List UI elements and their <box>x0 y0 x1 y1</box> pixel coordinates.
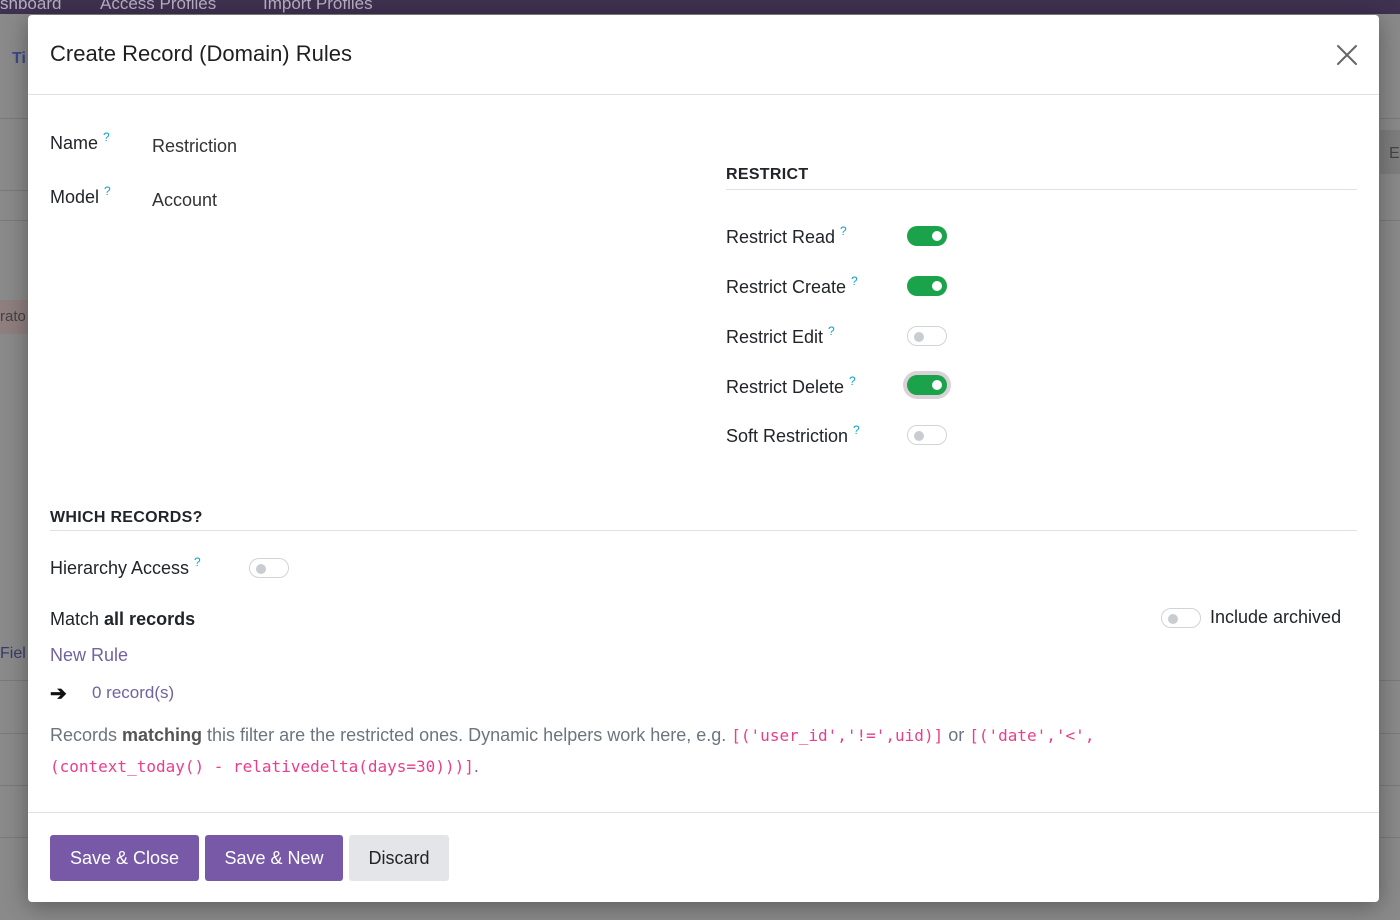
bg-divider <box>0 785 28 786</box>
bg-fragment-e: E <box>1389 145 1400 162</box>
dialog-title: Create Record (Domain) Rules <box>50 41 352 66</box>
arrow-right-icon: ➔ <box>50 683 67 705</box>
dialog-header: Create Record (Domain) Rules <box>28 15 1379 95</box>
bg-divider <box>0 220 28 221</box>
toggle-knob <box>932 281 942 291</box>
create-domain-rule-dialog: Create Record (Domain) Rules Name? Restr… <box>28 15 1379 902</box>
include-archived-label: Include archived <box>1210 607 1342 627</box>
bg-fragment-rato: rato <box>0 308 26 325</box>
record-count-link[interactable]: 0 record(s) <box>92 683 174 703</box>
bg-fragment-fiel: Fiel <box>0 645 26 662</box>
model-label: Model? <box>50 184 111 207</box>
name-label: Name? <box>50 130 110 153</box>
domain-help-text: Records matching this filter are the res… <box>50 725 1095 776</box>
soft-restriction-label: Soft Restriction? <box>726 423 860 446</box>
bg-divider <box>0 190 28 191</box>
bg-nav-dashboard: shboard <box>0 0 62 13</box>
toggle-knob <box>914 431 924 441</box>
match-records-label: Match all records <box>50 609 196 629</box>
close-icon[interactable] <box>1335 43 1359 67</box>
restrict-section-title: RESTRICT <box>726 166 809 183</box>
name-value[interactable]: Restriction <box>152 136 237 157</box>
model-value[interactable]: Account <box>152 190 217 211</box>
restrict-delete-help-icon[interactable]: ? <box>849 374 856 388</box>
background-navbar: shboard Access Profiles Import Profiles <box>0 0 1400 14</box>
code-example-date: [('date','<', <box>969 726 1095 745</box>
hierarchy-access-help-icon[interactable]: ? <box>194 555 201 569</box>
code-example-date-cont: (context_today() - relativedelta(days=30… <box>50 757 474 776</box>
bg-divider <box>1380 680 1400 681</box>
bg-divider <box>0 680 28 681</box>
discard-button[interactable]: Discard <box>349 835 449 881</box>
restrict-edit-label: Restrict Edit? <box>726 324 835 347</box>
include-archived-toggle[interactable] <box>1161 608 1201 628</box>
toggle-knob <box>932 231 942 241</box>
toggle-knob <box>932 380 942 390</box>
restrict-read-help-icon[interactable]: ? <box>840 224 847 238</box>
restrict-create-label: Restrict Create? <box>726 274 858 297</box>
bg-divider <box>1380 733 1400 734</box>
restrict-edit-help-icon[interactable]: ? <box>828 324 835 338</box>
bg-divider <box>0 837 28 838</box>
bg-divider <box>0 118 28 119</box>
bg-nav-import-profiles: Import Profiles <box>263 0 373 13</box>
which-records-section-title: WHICH RECORDS? <box>50 509 203 526</box>
restrict-delete-toggle[interactable] <box>907 375 947 395</box>
model-help-icon[interactable]: ? <box>104 184 111 198</box>
soft-restriction-help-icon[interactable]: ? <box>853 423 860 437</box>
restrict-delete-label: Restrict Delete? <box>726 374 856 397</box>
hierarchy-access-label: Hierarchy Access? <box>50 555 201 578</box>
restrict-create-toggle[interactable] <box>907 276 947 296</box>
name-help-icon[interactable]: ? <box>103 130 110 144</box>
code-example-user-id: [('user_id','!=',uid)] <box>731 726 944 745</box>
save-new-button[interactable]: Save & New <box>205 835 343 881</box>
bg-divider <box>1380 118 1400 119</box>
soft-restriction-toggle[interactable] <box>907 425 947 445</box>
restrict-create-help-icon[interactable]: ? <box>851 274 858 288</box>
new-rule-link[interactable]: New Rule <box>50 645 128 666</box>
restrict-section-divider <box>726 189 1357 190</box>
dialog-footer: Save & Close Save & New Discard <box>28 812 1379 902</box>
restrict-read-toggle[interactable] <box>907 226 947 246</box>
restrict-read-label: Restrict Read? <box>726 224 847 247</box>
bg-divider <box>0 733 28 734</box>
hierarchy-access-toggle[interactable] <box>249 558 289 578</box>
restrict-edit-toggle[interactable] <box>907 326 947 346</box>
bg-nav-access-profiles: Access Profiles <box>100 0 217 13</box>
save-close-button[interactable]: Save & Close <box>50 835 199 881</box>
toggle-knob <box>914 332 924 342</box>
bg-divider <box>1380 785 1400 786</box>
bg-fragment-ti: Ti <box>12 50 26 67</box>
toggle-knob <box>256 564 266 574</box>
bg-divider <box>1380 837 1400 838</box>
bg-divider <box>1380 220 1400 221</box>
which-records-section-divider <box>50 530 1357 531</box>
toggle-knob <box>1168 614 1178 624</box>
match-mode: all records <box>104 609 196 629</box>
